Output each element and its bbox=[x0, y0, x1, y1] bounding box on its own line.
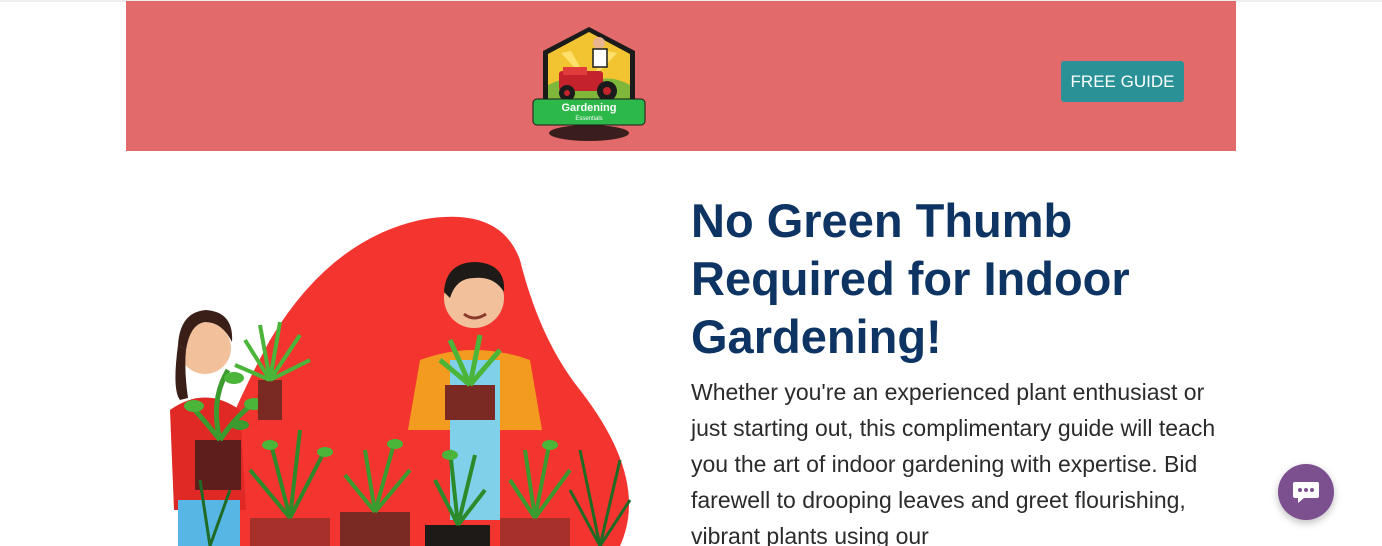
landing-page: Gardening Essentials FREE GUIDE No Green… bbox=[0, 0, 1382, 546]
hero-illustration bbox=[150, 200, 650, 546]
logo-name: Gardening bbox=[561, 102, 617, 114]
hero-description: Whether you're an experienced plant enth… bbox=[691, 379, 1216, 546]
page-title: No Green Thumb Required for Indoor Garde… bbox=[691, 194, 1130, 363]
site-header: Gardening Essentials FREE GUIDE bbox=[126, 1, 1236, 151]
chat-button[interactable] bbox=[1278, 464, 1334, 520]
people-with-plants-icon bbox=[170, 216, 632, 546]
logo-badge-icon bbox=[532, 27, 646, 141]
chat-bubble-icon bbox=[1293, 482, 1319, 503]
logo-tagline: Essentials bbox=[575, 116, 603, 122]
free-guide-button[interactable]: FREE GUIDE bbox=[1061, 61, 1184, 102]
gardening-logo[interactable]: Gardening Essentials bbox=[531, 23, 647, 143]
